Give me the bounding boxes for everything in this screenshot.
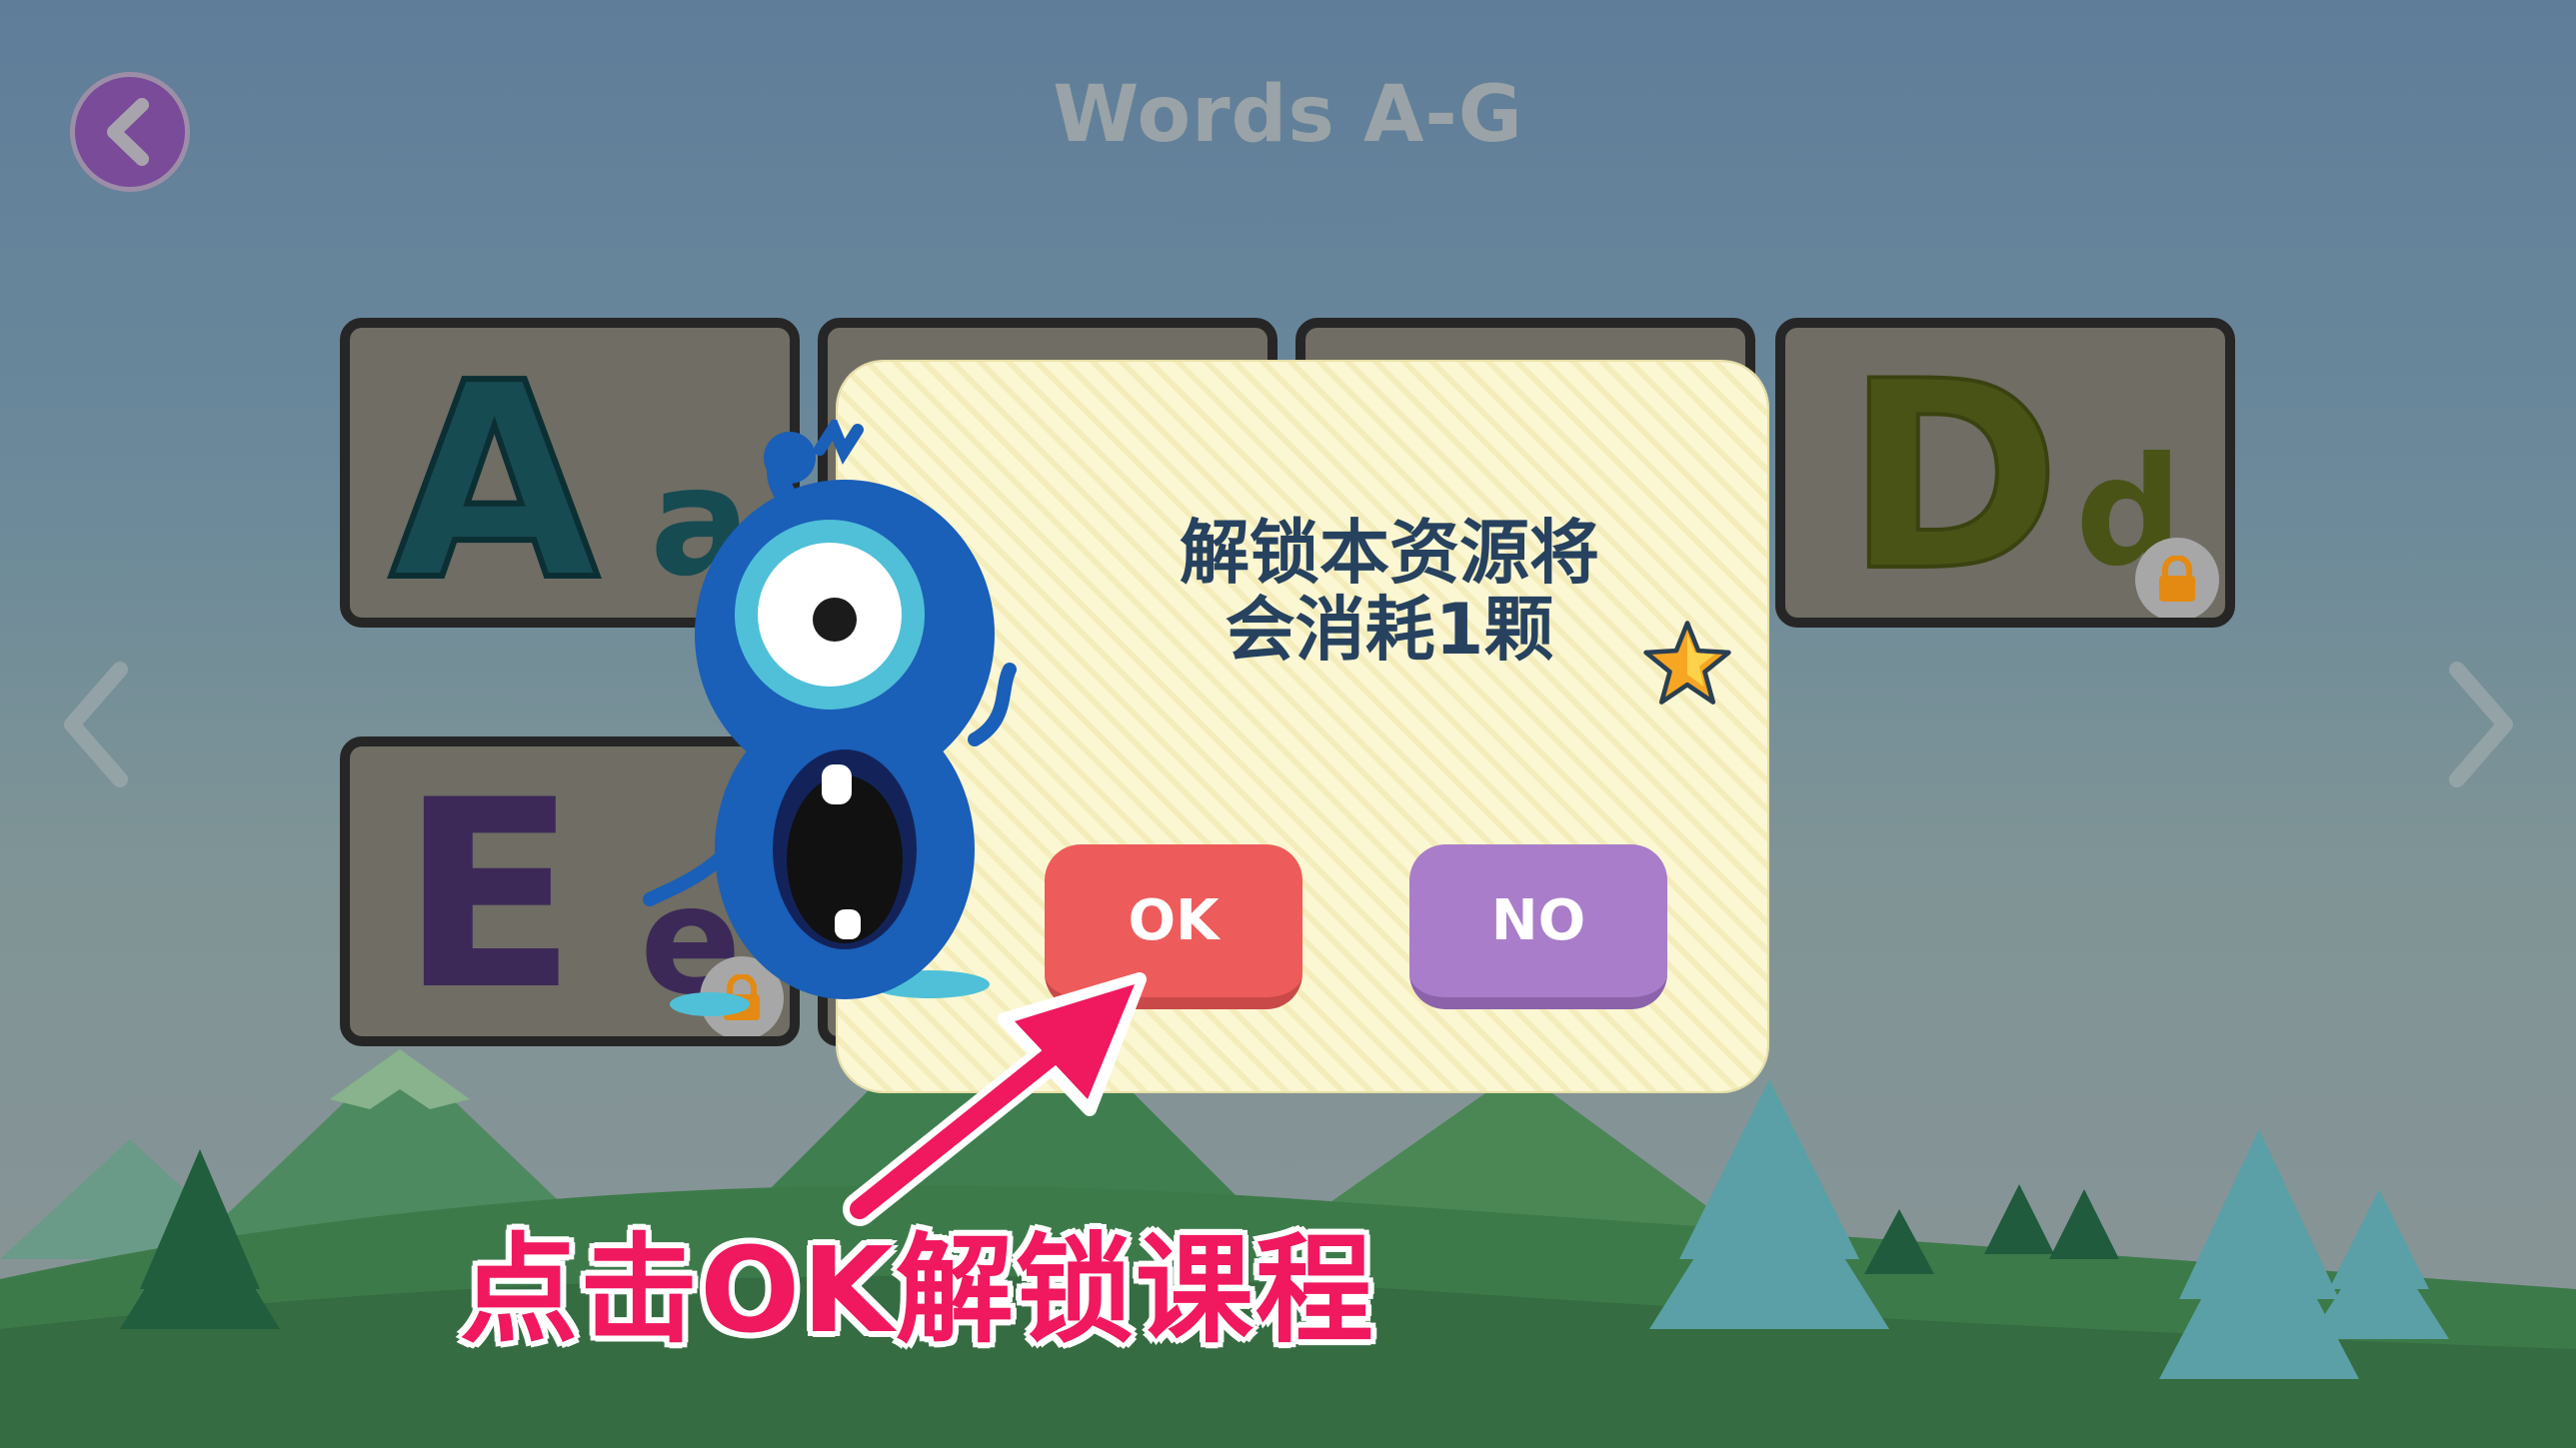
dialog-message: 解锁本资源将 会消耗1颗 xyxy=(1110,515,1669,669)
tile-letter: A xyxy=(387,325,602,628)
tile-letter: E xyxy=(400,745,578,1046)
dialog-line-2: 会消耗1颗 xyxy=(1225,589,1554,671)
star-icon xyxy=(1643,621,1731,705)
no-button[interactable]: NO xyxy=(1409,844,1667,1009)
letter-tile-d[interactable]: D d xyxy=(1775,318,2235,628)
lock-icon xyxy=(2159,556,2195,602)
tile-lock-badge xyxy=(2135,538,2219,618)
previous-page-arrow-icon[interactable] xyxy=(58,660,138,789)
instruction-caption: 点击OK解锁课程 xyxy=(460,1221,1375,1359)
tile-letter: D xyxy=(1843,327,2063,628)
dialog-line-1: 解锁本资源将 xyxy=(1180,512,1599,594)
monster-mascot xyxy=(643,420,1017,1016)
page-title: Words A-G xyxy=(1053,70,1523,160)
next-page-arrow-icon[interactable] xyxy=(2439,660,2519,789)
